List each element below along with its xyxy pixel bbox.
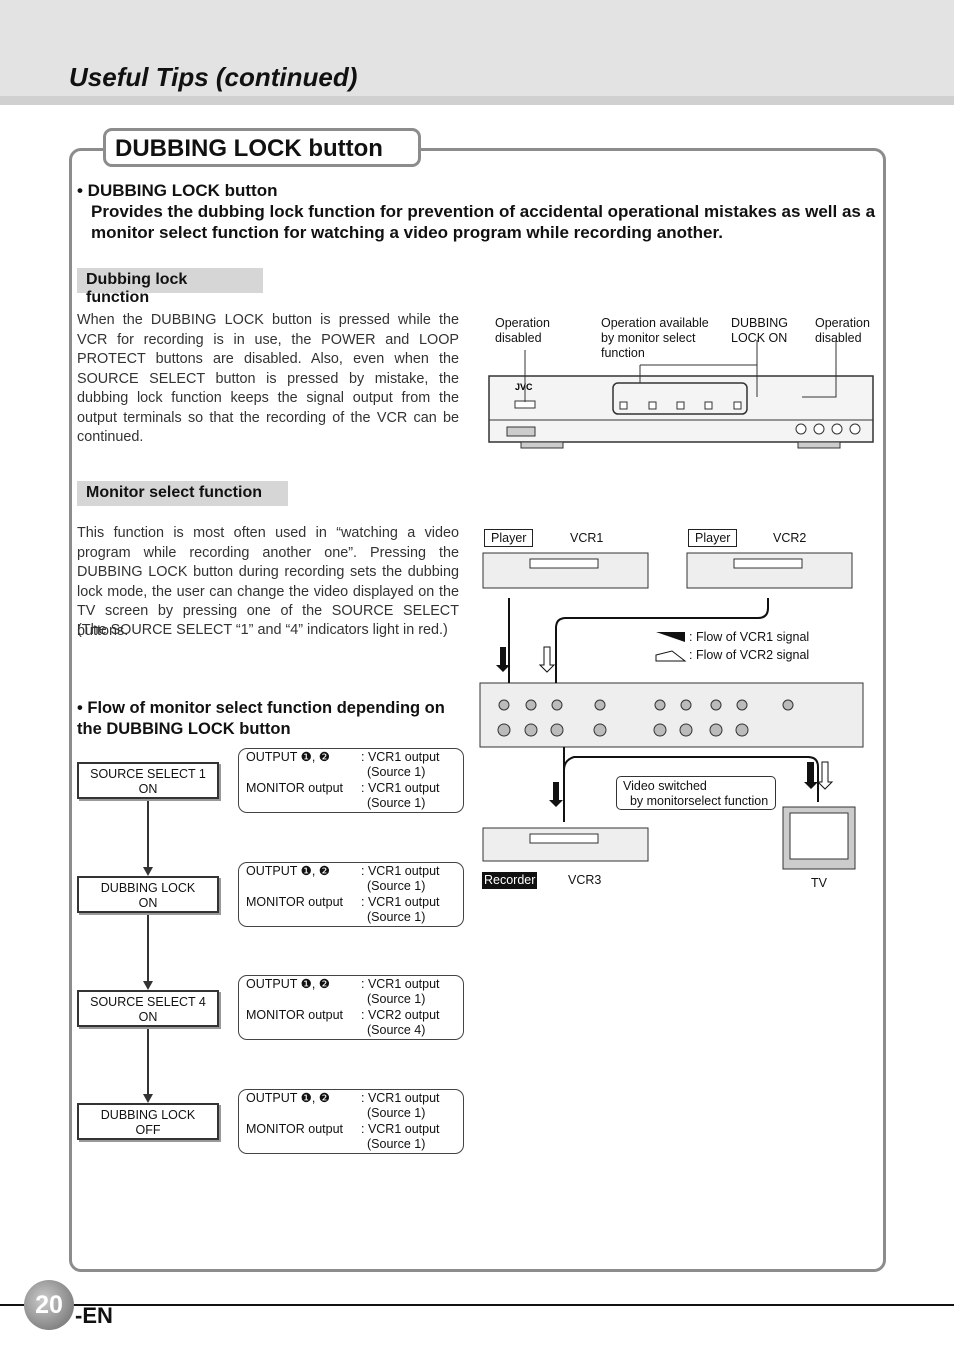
flow-output-box: OUTPUT ❶, ❷ : VCR1 output (Source 1) MONI… bbox=[238, 1089, 464, 1154]
output-value: : VCR1 output bbox=[361, 864, 440, 878]
monitor-label: MONITOR output bbox=[246, 1121, 344, 1136]
player2-tag: Player bbox=[688, 529, 738, 547]
monitor-value: : VCR1 output bbox=[361, 894, 440, 909]
monitor-label: MONITOR output bbox=[246, 894, 344, 909]
dubbing-lock-label: Dubbing lock function bbox=[77, 268, 263, 306]
output-label: OUTPUT ❶, ❷ bbox=[246, 750, 330, 764]
page-number: 20 bbox=[24, 1280, 74, 1330]
output-value: : VCR1 output bbox=[361, 977, 440, 991]
footer-rule bbox=[0, 1304, 954, 1306]
flow-state-box: DUBBING LOCK ON bbox=[77, 876, 219, 913]
flow-output-box: OUTPUT ❶, ❷ : VCR1 output (Source 1) MONI… bbox=[238, 862, 464, 927]
output-label: OUTPUT ❶, ❷ bbox=[246, 1091, 330, 1105]
output-label: OUTPUT ❶, ❷ bbox=[246, 977, 330, 991]
section-title: DUBBING LOCK button bbox=[103, 128, 421, 167]
dubbing-lock-text: When the DUBBING LOCK button is pressed … bbox=[77, 312, 459, 445]
page-title: Useful Tips (continued) bbox=[69, 62, 358, 92]
page-suffix: -EN bbox=[75, 1303, 113, 1328]
output-source: (Source 1) bbox=[367, 765, 426, 780]
flow-arrow-head bbox=[143, 1094, 153, 1103]
monitor-source: (Source 1) bbox=[367, 909, 426, 924]
flow-state-box: DUBBING LOCK OFF bbox=[77, 1103, 219, 1140]
flow-state-box: SOURCE SELECT 1 ON bbox=[77, 762, 219, 799]
monitor-source: (Source 1) bbox=[367, 795, 426, 810]
flow-output-box: OUTPUT ❶, ❷ : VCR1 output (Source 1) MONI… bbox=[238, 975, 464, 1040]
monitor-label: MONITOR output bbox=[246, 1007, 344, 1022]
flow-heading: • Flow of monitor select function depend… bbox=[77, 699, 445, 738]
flow-output-box: OUTPUT ❶, ❷ : VCR1 output (Source 1) MONI… bbox=[238, 748, 464, 813]
monitor-select-note: (The SOURCE SELECT “1” and “4” indicator… bbox=[77, 622, 448, 638]
flow-arrow-line bbox=[147, 915, 149, 981]
monitor-value: : VCR2 output bbox=[361, 1007, 440, 1022]
connection-diagram bbox=[479, 552, 864, 870]
monitor-source: (Source 4) bbox=[367, 1022, 426, 1037]
monitor-select-label: Monitor select function bbox=[77, 481, 288, 506]
flow-arrow-head bbox=[143, 867, 153, 876]
vcr1-device bbox=[482, 552, 649, 589]
output-source: (Source 1) bbox=[367, 1106, 426, 1121]
flow-state-box: SOURCE SELECT 4 ON bbox=[77, 990, 219, 1027]
flow-arrow-head bbox=[143, 981, 153, 990]
output-value: : VCR1 output bbox=[361, 750, 440, 764]
vcr1-label: VCR1 bbox=[570, 531, 604, 545]
vcr2-device bbox=[686, 552, 853, 589]
monitor-value: : VCR1 output bbox=[361, 1121, 440, 1136]
output-label: OUTPUT ❶, ❷ bbox=[246, 864, 330, 878]
output-value: : VCR1 output bbox=[361, 1091, 440, 1105]
flow-arrow-line bbox=[147, 801, 149, 867]
vcr2-label: VCR2 bbox=[773, 531, 807, 545]
flow-arrow-line bbox=[147, 1029, 149, 1094]
intro-heading: • DUBBING LOCK button bbox=[77, 181, 278, 200]
intro-text: Provides the dubbing lock function for p… bbox=[91, 202, 876, 242]
output-source: (Source 1) bbox=[367, 879, 426, 894]
av-selector-front-panel: JVC bbox=[488, 340, 874, 449]
player1-tag: Player bbox=[484, 529, 534, 547]
monitor-source: (Source 1) bbox=[367, 1136, 426, 1151]
intro: • DUBBING LOCK button Provides the dubbi… bbox=[77, 180, 882, 243]
monitor-label: MONITOR output bbox=[246, 780, 344, 795]
monitor-value: : VCR1 output bbox=[361, 780, 440, 795]
vcr3-device bbox=[482, 827, 649, 862]
output-source: (Source 1) bbox=[367, 992, 426, 1007]
svg-text:JVC: JVC bbox=[515, 382, 533, 392]
header-rule bbox=[0, 96, 954, 105]
av-selector-rear bbox=[479, 682, 864, 748]
